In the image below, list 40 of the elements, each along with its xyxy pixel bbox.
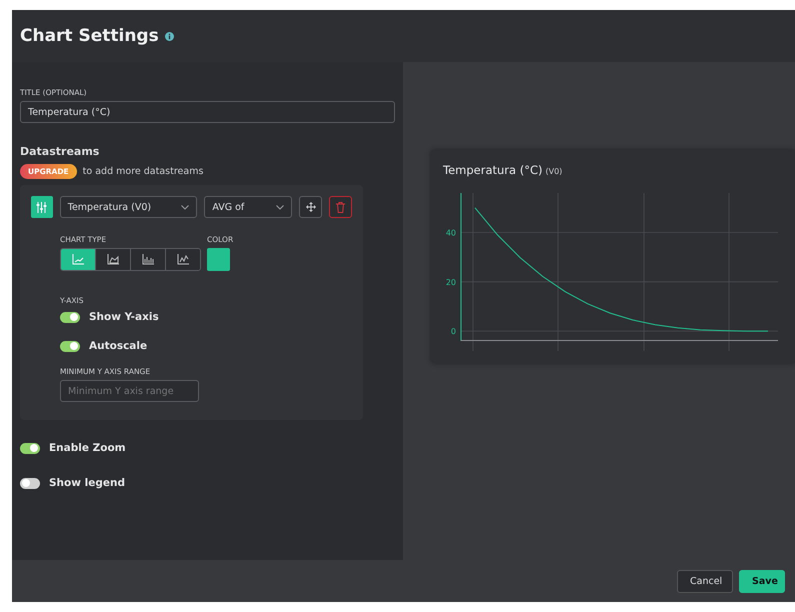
trash-icon [336,202,346,212]
upgrade-note: to add more datastreams [82,166,204,177]
toggle-switch[interactable] [20,478,40,488]
toggle-label: Autoscale [89,340,148,352]
dialog-title: Chart Settings [20,26,159,46]
chart-type-button[interactable] [95,249,130,270]
title-input[interactable]: Temperatura (°C) [20,101,395,123]
toggle-label: Show legend [49,477,125,489]
toggle-switch[interactable] [60,340,80,352]
sliders-icon [36,202,48,212]
sliders-button[interactable] [31,196,53,218]
info-icon[interactable] [164,32,174,40]
chart-type-button[interactable] [165,249,200,270]
chart-type-icon [106,254,120,265]
color-swatch[interactable] [207,248,230,271]
toggle-switch[interactable] [60,312,80,322]
min-range-input[interactable]: Minimum Y axis range [60,380,199,402]
chart-type-button[interactable] [130,249,165,270]
chart-type-selector[interactable] [60,248,201,271]
delete-button[interactable] [329,196,352,218]
chart-title: Temperatura (°C) [443,162,542,176]
move-button[interactable] [299,196,322,218]
save-button[interactable]: Save [739,570,785,592]
toggle-switch[interactable] [20,442,40,454]
move-icon [306,202,316,212]
y-tick-label: 0 [450,326,456,336]
cancel-button[interactable]: Cancel [677,570,733,592]
y-tick-label: 20 [446,277,456,286]
toggle-label: Enable Zoom [49,442,126,454]
aggregation-dropdown[interactable]: AVG of [204,196,292,218]
toggle-label: Show Y-axis [89,311,159,323]
chevron-icon [181,204,190,210]
datastream-dropdown[interactable]: Temperatura (V0) [60,196,198,218]
chart-type-icon [72,254,84,265]
chart-subtitle: (V0) [545,166,562,176]
chevron-icon [276,204,284,210]
chart-type-icon [176,254,190,265]
section-heading: Datastreams [20,145,100,158]
y-tick-label: 40 [446,228,456,237]
chart-type-icon [142,254,154,265]
